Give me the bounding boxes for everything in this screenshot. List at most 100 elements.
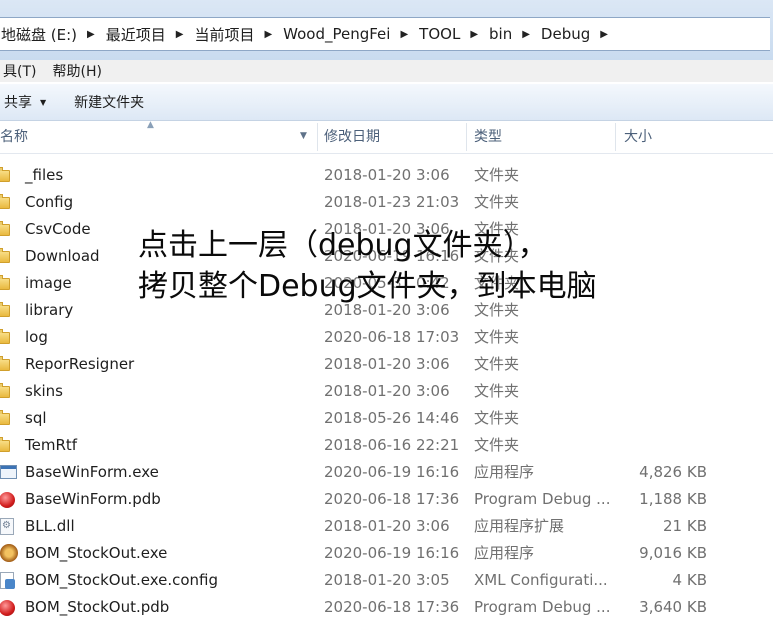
column-date[interactable]: 修改日期 — [324, 121, 380, 153]
file-name: BaseWinForm.pdb — [25, 490, 161, 508]
column-divider[interactable] — [466, 123, 467, 151]
breadcrumb[interactable]: 地磁盘 (E:) ▶ 最近项目 ▶ 当前项目 ▶ Wood_PengFei ▶ TOOL… — [0, 17, 770, 51]
file-size: 9,016 KB — [639, 544, 707, 562]
breadcrumb-item-recent[interactable]: 最近项目 — [104, 24, 170, 45]
column-divider[interactable] — [615, 123, 616, 151]
folder-icon — [0, 302, 10, 317]
file-type: 文件夹 — [474, 409, 520, 427]
breadcrumb-separator-icon[interactable]: ▶ — [394, 29, 417, 40]
file-type: 应用程序 — [474, 544, 535, 562]
file-name: BOM_StockOut.pdb — [25, 598, 170, 616]
column-filter-chevron-icon[interactable]: ▼ — [300, 121, 307, 151]
column-name[interactable]: 名称 — [0, 121, 28, 153]
breadcrumb-item-drive[interactable]: 地磁盘 (E:) — [0, 24, 81, 45]
column-name-label: 名称 — [0, 129, 28, 145]
file-size: 4,826 KB — [639, 463, 707, 481]
breadcrumb-item-current[interactable]: 当前项目 — [192, 24, 258, 45]
file-type: 文件夹 — [474, 193, 520, 211]
file-type: Program Debug ... — [474, 598, 611, 616]
file-date: 2018-01-20 3:06 — [324, 166, 450, 184]
column-divider[interactable] — [317, 123, 318, 151]
folder-icon — [0, 383, 10, 398]
file-name: TemRtf — [25, 436, 78, 454]
file-date: 2020-06-18 17:03 — [324, 328, 460, 346]
command-toolbar: 共享 ▼ 新建文件夹 — [0, 84, 773, 121]
folder-icon — [0, 221, 10, 236]
file-name: skins — [25, 382, 63, 400]
new-folder-button[interactable]: 新建文件夹 — [70, 88, 148, 116]
file-type: 文件夹 — [474, 382, 520, 400]
breadcrumb-separator-icon[interactable]: ▶ — [170, 29, 193, 40]
folder-icon — [0, 437, 10, 452]
file-name: image — [25, 274, 72, 292]
file-type: 文件夹 — [474, 436, 520, 454]
column-type-label: 类型 — [474, 129, 502, 145]
menu-item-help[interactable]: 帮助(H) — [49, 61, 104, 81]
file-row[interactable]: ReporResigner 2018-01-20 3:06 文件夹 — [0, 351, 773, 378]
file-name: Config — [25, 193, 74, 211]
breadcrumb-separator-icon[interactable]: ▶ — [464, 29, 487, 40]
debug-database-icon — [0, 492, 15, 508]
menu-item-tools[interactable]: 具(T) — [0, 61, 39, 81]
file-row[interactable]: skins 2018-01-20 3:06 文件夹 — [0, 378, 773, 405]
file-row[interactable]: TemRtf 2018-06-16 22:21 文件夹 — [0, 432, 773, 459]
file-row[interactable]: Config 2018-01-23 21:03 文件夹 — [0, 189, 773, 216]
file-row[interactable]: BOM_StockOut.exe.config 2018-01-20 3:05 XM… — [0, 567, 773, 594]
file-name: BOM_StockOut.exe — [25, 544, 168, 562]
file-type: 应用程序扩展 — [474, 517, 565, 535]
folder-icon — [0, 329, 10, 344]
library-gear-icon — [0, 518, 14, 535]
folder-icon — [0, 194, 10, 209]
application-window-icon — [0, 465, 17, 479]
file-row[interactable]: BLL.dll 2018-01-20 3:06 应用程序扩展 21 KB — [0, 513, 773, 540]
file-row[interactable]: BOM_StockOut.pdb 2020-06-18 17:36 Program … — [0, 594, 773, 621]
file-row[interactable]: BaseWinForm.exe 2020-06-19 16:16 应用程序 4,826… — [0, 459, 773, 486]
file-name: sql — [25, 409, 47, 427]
file-row[interactable]: log 2020-06-18 17:03 文件夹 — [0, 324, 773, 351]
folder-icon — [0, 275, 10, 290]
breadcrumb-item-tool[interactable]: TOOL — [417, 25, 464, 43]
breadcrumb-separator-icon[interactable]: ▶ — [81, 29, 104, 40]
file-size: 4 KB — [672, 571, 707, 589]
file-date: 2020-06-18 17:36 — [324, 490, 460, 508]
file-type: Program Debug ... — [474, 490, 611, 508]
file-type: 文件夹 — [474, 166, 520, 184]
breadcrumb-separator-icon[interactable]: ▶ — [516, 29, 539, 40]
folder-icon — [0, 248, 10, 263]
folder-icon — [0, 356, 10, 371]
file-name: library — [25, 301, 74, 319]
chevron-down-icon: ▼ — [40, 97, 47, 107]
instruction-line-1: 点击上一层（debug文件夹）， — [138, 228, 548, 263]
file-row[interactable]: BOM_StockOut.exe 2020-06-19 16:16 应用程序 9,01… — [0, 540, 773, 567]
column-size[interactable]: 大小 — [624, 121, 652, 153]
breadcrumb-item-debug[interactable]: Debug — [539, 25, 594, 43]
file-type: XML Configurati... — [474, 571, 608, 589]
instruction-overlay: 点击上一层（debug文件夹）， 拷贝整个Debug文件夹，到本电脑 — [138, 225, 597, 307]
file-name: BOM_StockOut.exe.config — [25, 571, 219, 589]
column-date-label: 修改日期 — [324, 129, 380, 145]
file-date: 2018-01-20 3:05 — [324, 571, 450, 589]
file-row[interactable]: sql 2018-05-26 14:46 文件夹 — [0, 405, 773, 432]
file-date: 2018-05-26 14:46 — [324, 409, 460, 427]
file-row[interactable]: _files 2018-01-20 3:06 文件夹 — [0, 162, 773, 189]
instruction-line-2: 拷贝整个Debug文件夹，到本电脑 — [138, 269, 597, 304]
share-button[interactable]: 共享 ▼ — [0, 88, 50, 116]
folder-icon — [0, 410, 10, 425]
file-name: BLL.dll — [25, 517, 75, 535]
menu-bar: 具(T) 帮助(H) — [0, 60, 773, 82]
column-header: ▲ 名称 ▼ 修改日期 类型 大小 — [0, 120, 773, 154]
file-row[interactable]: BaseWinForm.pdb 2020-06-18 17:36 Program D… — [0, 486, 773, 513]
debug-database-icon — [0, 600, 15, 616]
folder-icon — [0, 167, 10, 182]
file-name: CsvCode — [25, 220, 91, 238]
breadcrumb-item-bin[interactable]: bin — [487, 25, 516, 43]
column-type[interactable]: 类型 — [474, 121, 502, 153]
breadcrumb-item-wood[interactable]: Wood_PengFei — [281, 25, 394, 43]
sort-ascending-icon: ▲ — [147, 120, 154, 130]
file-size: 3,640 KB — [639, 598, 707, 616]
column-size-label: 大小 — [624, 129, 652, 145]
share-label: 共享 — [4, 95, 32, 111]
file-size: 21 KB — [663, 517, 707, 535]
breadcrumb-separator-icon[interactable]: ▶ — [594, 29, 617, 40]
breadcrumb-separator-icon[interactable]: ▶ — [258, 29, 281, 40]
